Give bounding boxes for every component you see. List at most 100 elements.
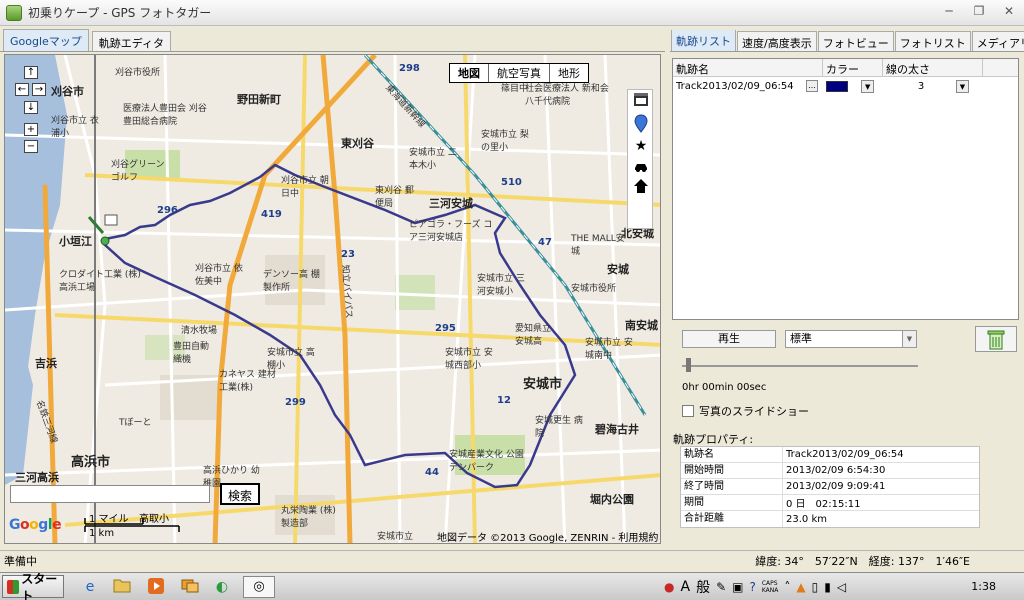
ime-toolbar-icon[interactable]: ● [664,580,674,594]
help-icon[interactable]: ? [749,580,755,594]
ime-tools-icon[interactable]: ✎ [716,580,726,594]
table-row[interactable]: Track2013/02/09_06:54 ... ▼ 3 ▼ [673,77,1018,95]
media-player-icon[interactable] [146,577,166,597]
trash-icon[interactable] [975,326,1017,352]
folder-icon[interactable] [112,577,132,597]
ime-mode-a[interactable]: A [680,579,690,595]
left-tab-bar: Googleマップ 軌跡エディタ [0,29,665,52]
map-type-satellite[interactable]: 航空写真 [489,64,550,82]
playback-time: 0hr 00min 00sec [682,382,767,393]
header-line-width[interactable]: 線の太さ [883,59,983,76]
map-attribution[interactable]: 地図データ ©2013 Google, ZENRIN - 利用規約 [437,529,658,543]
map-label-denso: デンソー高 棚製作所 [263,270,320,293]
status-text: 準備中 [4,554,37,568]
width-dropdown-icon[interactable]: ▼ [956,79,969,93]
volume-icon[interactable]: ◁ [837,580,846,594]
route-23: 23 [341,249,355,260]
header-track-name[interactable]: 軌跡名 [673,59,823,76]
track-name-cell: Track2013/02/09_06:54 [676,80,794,92]
speed-select[interactable]: 標準 ▼ [785,330,917,348]
marker-icon[interactable] [633,114,649,133]
star-icon[interactable]: ★ [633,138,649,154]
slider-thumb[interactable] [686,358,691,372]
map-type-terrain[interactable]: 地形 [550,64,588,82]
pan-up-button[interactable]: ↑ [24,66,38,79]
map-label-yoshihama: 吉浜 [35,357,57,370]
table-row: 合計距離 23.0 km [681,511,979,527]
map-type-selector: 地図 航空写真 地形 [449,63,589,83]
tab-photo-view[interactable]: フォトビュー [817,31,894,51]
pan-left-button[interactable]: ← [15,83,29,96]
firefox-icon[interactable]: ◐ [212,577,232,597]
map-view[interactable]: 刈谷市 刈谷市役所 医療法人豊田会 刈谷豊田総合病院 刈谷市立 衣浦小 刈谷グリ… [4,54,661,544]
tab-media-list[interactable]: メディアリ [971,31,1024,51]
tab-google-map[interactable]: Googleマップ [3,29,89,51]
map-label-minami-anjo: 南安城 [625,319,658,332]
map-label-anjo-minami-chu: 安城市立 安城南中 [585,338,633,361]
map-label-mikawa-anjo: 三河安城 [429,197,473,210]
map-label-anjo-nishibu: 安城市立 安城西部小 [445,348,493,371]
ime-mode-kan[interactable]: 般 [696,577,710,597]
map-label-higashi-kariya: 東刈谷 [341,137,374,150]
tab-photo-list[interactable]: フォトリスト [894,31,971,51]
scale-place: 高取小 [139,514,169,525]
map-label-nashi: 安城市立 梨の里小 [481,130,529,153]
track-properties-title: 軌跡プロパティ: [673,433,754,446]
restore-button[interactable]: ❐ [970,4,988,18]
map-search-button[interactable]: 検索 [220,483,261,505]
zoom-in-button[interactable]: + [24,123,38,136]
minimize-button[interactable]: ─ [940,4,958,18]
map-label-anjo-station: 安城 [607,263,629,276]
track-color-swatch[interactable] [826,80,848,92]
film-icon[interactable] [633,92,649,108]
tray-app-icon[interactable]: ▲ [796,580,805,594]
tab-track-list[interactable]: 軌跡リスト [671,30,736,51]
car-icon[interactable] [633,158,649,174]
window-switch-icon[interactable] [180,577,200,597]
route-510: 510 [501,177,522,188]
slideshow-option[interactable]: 写真のスライドショー [682,403,809,419]
start-label: スタート [21,571,58,600]
prop-value: Track2013/02/09_06:54 [786,449,904,460]
window-title: 初乗りケープ - GPS フォトタガー [28,6,212,20]
prop-key: 開始時間 [681,463,783,478]
route-299: 299 [285,397,306,408]
window-controls: ─ ❐ ✕ [940,4,1018,18]
network-icon[interactable]: ▮ [824,580,831,594]
map-search-input[interactable] [10,485,210,503]
header-color[interactable]: カラー [823,59,883,76]
slideshow-label: 写真のスライドショー [699,405,809,418]
zoom-out-button[interactable]: − [24,140,38,153]
play-button[interactable]: 再生 [682,330,776,348]
battery-icon[interactable]: ▯ [812,580,819,594]
map-label-piago: ピアゴラ・フーズ コア三河安城店 [409,220,493,243]
color-dropdown-icon[interactable]: ▼ [861,79,875,93]
system-tray: ● A 般 ✎ ▣ ? CAPS KANA ˄ ▲ ▯ ▮ ◁ [664,575,846,599]
prop-value: 2013/02/09 9:09:41 [786,481,886,492]
map-label-kariya-city-hall: 刈谷市役所 [115,68,161,78]
ime-dict-icon[interactable]: ▣ [732,580,743,594]
map-label-anjo-city-hall: 安城市役所 [571,284,617,294]
map-label-tboat: Tぼーと [119,418,152,428]
map-label-koromo: 刈谷市立 衣浦小 [51,116,99,139]
map-label-hospital: 医療法人豊田会 刈谷豊田総合病院 [123,104,207,127]
close-button[interactable]: ✕ [1000,4,1018,18]
home-icon[interactable] [633,178,649,194]
tab-track-editor[interactable]: 軌跡エディタ [91,31,172,51]
map-type-map[interactable]: 地図 [450,64,489,82]
clock[interactable]: 1:38 [971,580,996,593]
track-rename-button[interactable]: ... [806,80,818,92]
tray-expand-icon[interactable]: ˄ [784,580,790,594]
map-canvas [5,55,660,543]
pan-down-button[interactable]: ↓ [24,101,38,114]
start-button[interactable]: スタート [2,572,64,600]
map-label-shimizu-bokujo: 清水牧場 [181,326,218,336]
tab-speed-altitude[interactable]: 速度/高度表示 [737,31,817,51]
playback-slider[interactable] [682,358,918,374]
slideshow-checkbox[interactable] [682,405,694,417]
taskbar-app-window[interactable]: ◎ [243,576,275,598]
ie-icon[interactable]: e [80,577,100,597]
route-298: 298 [399,63,420,74]
track-list-header: 軌跡名 カラー 線の太さ [673,59,1018,77]
pan-right-button[interactable]: → [32,83,46,96]
